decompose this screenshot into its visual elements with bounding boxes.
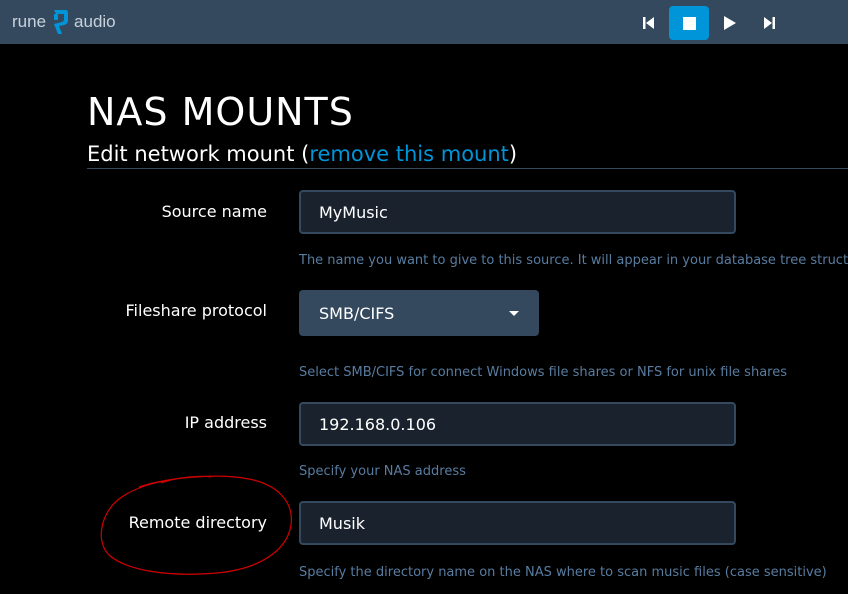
play-button[interactable] xyxy=(709,6,749,40)
section-divider xyxy=(87,168,848,169)
next-button[interactable] xyxy=(749,6,789,40)
ip-address-input[interactable]: 192.168.0.106 xyxy=(299,402,736,446)
logo-text-rune: rune xyxy=(12,12,47,31)
main-content: NAS MOUNTS Edit network mount (remove th… xyxy=(0,44,848,594)
rune-audio-logo[interactable]: rune audio xyxy=(12,8,116,36)
remote-directory-help: Specify the directory name on the NAS wh… xyxy=(299,565,827,580)
remove-mount-link[interactable]: remove this mount xyxy=(309,142,509,166)
previous-icon xyxy=(643,16,655,30)
remote-directory-label: Remote directory xyxy=(128,513,267,532)
source-name-label: Source name xyxy=(161,202,267,221)
source-name-input[interactable]: MyMusic xyxy=(299,190,736,234)
stop-button[interactable] xyxy=(669,6,709,40)
stop-icon xyxy=(682,16,696,30)
playback-controls xyxy=(629,6,789,40)
fileshare-protocol-help: Select SMB/CIFS for connect Windows file… xyxy=(299,365,787,380)
previous-button[interactable] xyxy=(629,6,669,40)
section-title-text: Edit network mount ( xyxy=(87,142,310,166)
fileshare-protocol-value: SMB/CIFS xyxy=(319,303,395,323)
top-bar: rune audio xyxy=(0,0,848,44)
rune-logo-icon xyxy=(50,8,70,36)
section-title: Edit network mount (remove this mount) xyxy=(87,142,848,166)
ip-address-help: Specify your NAS address xyxy=(299,464,466,479)
page-title: NAS MOUNTS xyxy=(87,90,354,134)
ip-address-label: IP address xyxy=(184,413,267,432)
section-title-suffix: ) xyxy=(508,142,518,166)
play-icon xyxy=(723,16,736,30)
next-icon xyxy=(763,16,775,30)
source-name-help: The name you want to give to this source… xyxy=(299,253,848,268)
logo-text-audio: audio xyxy=(74,12,116,31)
remote-directory-input[interactable]: Musik xyxy=(299,501,736,545)
fileshare-protocol-select[interactable]: SMB/CIFS xyxy=(299,290,539,336)
chevron-down-icon xyxy=(509,310,519,316)
fileshare-protocol-label: Fileshare protocol xyxy=(125,301,267,320)
